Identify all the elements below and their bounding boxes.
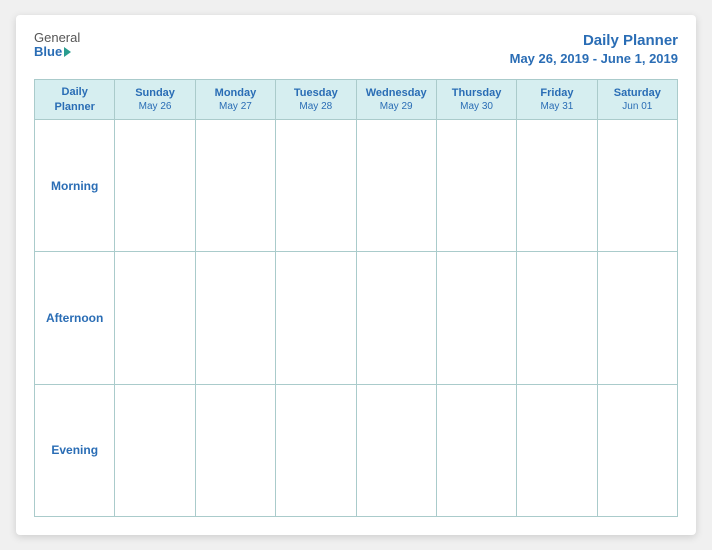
header-date-0: May 26	[117, 100, 192, 113]
table-header-row: Daily Planner SundayMay 26MondayMay 27Tu…	[35, 80, 678, 120]
cell-evening-saturday[interactable]	[597, 384, 677, 516]
header-col-friday: FridayMay 31	[517, 80, 597, 120]
table-row: Afternoon	[35, 252, 678, 384]
header-col-line2: Planner	[37, 100, 112, 114]
cell-morning-monday[interactable]	[195, 119, 275, 251]
header-date-2: May 28	[278, 100, 353, 113]
cell-afternoon-saturday[interactable]	[597, 252, 677, 384]
cell-afternoon-sunday[interactable]	[115, 252, 195, 384]
header-day-0: Sunday	[117, 86, 192, 100]
cell-morning-friday[interactable]	[517, 119, 597, 251]
header-col-monday: MondayMay 27	[195, 80, 275, 120]
logo-triangle-icon	[64, 47, 71, 57]
header-col-line1: Daily	[37, 85, 112, 99]
header-day-4: Thursday	[439, 86, 514, 100]
header-day-5: Friday	[519, 86, 594, 100]
row-label-morning: Morning	[35, 119, 115, 251]
table-row: Morning	[35, 119, 678, 251]
header-date-6: Jun 01	[600, 100, 675, 113]
page-title: Daily Planner	[510, 31, 678, 51]
header-day-3: Wednesday	[359, 86, 434, 100]
cell-evening-tuesday[interactable]	[276, 384, 356, 516]
date-range: May 26, 2019 - June 1, 2019	[510, 51, 678, 68]
logo-area: General Blue	[34, 31, 80, 60]
logo-general-text: General	[34, 31, 80, 45]
header-col-label: Daily Planner	[35, 80, 115, 120]
cell-evening-sunday[interactable]	[115, 384, 195, 516]
title-area: Daily Planner May 26, 2019 - June 1, 201…	[510, 31, 678, 67]
header-col-saturday: SaturdayJun 01	[597, 80, 677, 120]
cell-afternoon-thursday[interactable]	[436, 252, 516, 384]
header-col-tuesday: TuesdayMay 28	[276, 80, 356, 120]
cell-afternoon-monday[interactable]	[195, 252, 275, 384]
header-col-sunday: SundayMay 26	[115, 80, 195, 120]
header-day-1: Monday	[198, 86, 273, 100]
cell-evening-monday[interactable]	[195, 384, 275, 516]
cell-afternoon-wednesday[interactable]	[356, 252, 436, 384]
cell-morning-wednesday[interactable]	[356, 119, 436, 251]
cell-morning-sunday[interactable]	[115, 119, 195, 251]
logo-blue-text: Blue	[34, 45, 71, 59]
logo-blue-label: Blue	[34, 45, 62, 59]
header-date-4: May 30	[439, 100, 514, 113]
row-label-evening: Evening	[35, 384, 115, 516]
table-row: Evening	[35, 384, 678, 516]
cell-morning-saturday[interactable]	[597, 119, 677, 251]
header-col-wednesday: WednesdayMay 29	[356, 80, 436, 120]
header-col-thursday: ThursdayMay 30	[436, 80, 516, 120]
cell-evening-thursday[interactable]	[436, 384, 516, 516]
header-date-1: May 27	[198, 100, 273, 113]
header-date-5: May 31	[519, 100, 594, 113]
cell-evening-wednesday[interactable]	[356, 384, 436, 516]
cell-evening-friday[interactable]	[517, 384, 597, 516]
header-day-6: Saturday	[600, 86, 675, 100]
page: General Blue Daily Planner May 26, 2019 …	[16, 15, 696, 535]
row-label-afternoon: Afternoon	[35, 252, 115, 384]
cell-afternoon-friday[interactable]	[517, 252, 597, 384]
header-date-3: May 29	[359, 100, 434, 113]
cell-morning-tuesday[interactable]	[276, 119, 356, 251]
cell-afternoon-tuesday[interactable]	[276, 252, 356, 384]
header: General Blue Daily Planner May 26, 2019 …	[34, 31, 678, 67]
calendar-table: Daily Planner SundayMay 26MondayMay 27Tu…	[34, 79, 678, 517]
cell-morning-thursday[interactable]	[436, 119, 516, 251]
header-day-2: Tuesday	[278, 86, 353, 100]
